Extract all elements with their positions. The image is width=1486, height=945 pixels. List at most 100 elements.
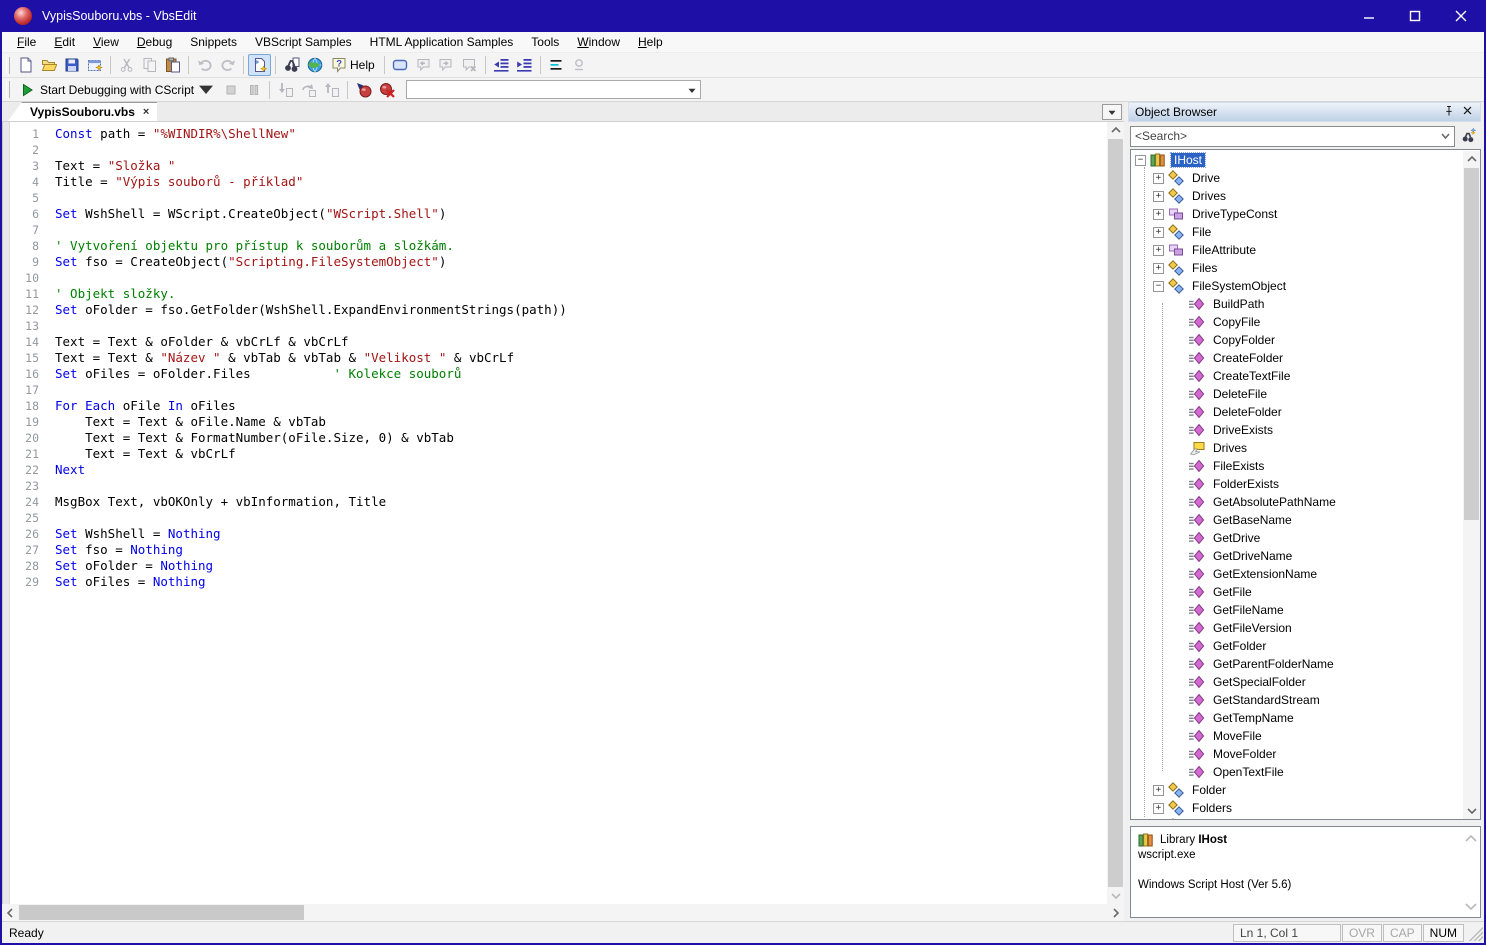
tree-item-drives[interactable]: + Drives <box>1131 187 1462 205</box>
expand-expander[interactable]: + <box>1153 209 1164 220</box>
scrollbar-thumb[interactable] <box>1108 139 1123 887</box>
tree-item-label[interactable]: Drives <box>1210 441 1250 455</box>
tree-item-drive[interactable]: +Drive <box>1131 169 1462 187</box>
close-button[interactable] <box>1438 0 1484 32</box>
menu-html-application-samples[interactable]: HTML Application Samples <box>361 33 523 51</box>
tree-item-iarguments[interactable]: +IArguments <box>1131 817 1462 819</box>
search-button[interactable] <box>1457 125 1481 147</box>
tree-item-getspecialfolder[interactable]: GetSpecialFolder <box>1131 673 1462 691</box>
tree-item-label[interactable]: Drives <box>1189 189 1229 203</box>
tree-item-label[interactable]: File <box>1189 225 1214 239</box>
pin-panel-button[interactable] <box>1440 104 1458 120</box>
collapse-expander[interactable]: − <box>1135 155 1146 166</box>
tree-item-getabsolutepathname[interactable]: GetAbsolutePathName <box>1131 493 1462 511</box>
menu-file[interactable]: File <box>8 33 45 51</box>
tree-item-label[interactable]: GetStandardStream <box>1210 693 1323 707</box>
comment-button[interactable] <box>389 54 412 76</box>
debug-combobox[interactable] <box>406 80 701 99</box>
editor-horizontal-scrollbar[interactable] <box>2 904 1124 921</box>
tree-item-createfolder[interactable]: CreateFolder <box>1131 349 1462 367</box>
tree-item-label[interactable]: FileSystemObject <box>1189 279 1289 293</box>
tree-item-movefile[interactable]: MoveFile <box>1131 727 1462 745</box>
tree-vertical-scrollbar[interactable] <box>1463 151 1480 819</box>
clear-breakpoints-button[interactable] <box>375 79 398 101</box>
tree-item-label[interactable]: CopyFile <box>1210 315 1263 329</box>
scrollbar-thumb[interactable] <box>1464 168 1479 520</box>
tree-item-deletefile[interactable]: DeleteFile <box>1131 385 1462 403</box>
tab-vypissouboru[interactable]: VypisSouboru.vbs × <box>8 102 157 121</box>
tree-item-folder[interactable]: +Folder <box>1131 781 1462 799</box>
tree-item-label[interactable]: GetFileVersion <box>1210 621 1295 635</box>
minimize-button[interactable] <box>1346 0 1392 32</box>
tab-close-icon[interactable]: × <box>143 106 149 118</box>
tree-item-gettempname[interactable]: GetTempName <box>1131 709 1462 727</box>
tree-item-createtextfile[interactable]: CreateTextFile <box>1131 367 1462 385</box>
scrollbar-thumb[interactable] <box>19 905 304 920</box>
code-editor[interactable]: Const path = "%WINDIR%\ShellNew"Text = "… <box>46 122 1107 904</box>
tree-item-opentextfile[interactable]: OpenTextFile <box>1131 763 1462 781</box>
tab-list-dropdown[interactable] <box>1102 104 1122 120</box>
tree-item-getfile[interactable]: GetFile <box>1131 583 1462 601</box>
expand-expander[interactable]: + <box>1153 191 1164 202</box>
scroll-down-arrow[interactable] <box>1463 803 1480 819</box>
expand-expander[interactable]: + <box>1153 227 1164 238</box>
tree-item-files[interactable]: +Files <box>1131 259 1462 277</box>
redo-button[interactable] <box>216 54 239 76</box>
tree-item-label[interactable]: GetFolder <box>1210 639 1269 653</box>
expand-expander[interactable]: + <box>1153 785 1164 796</box>
cut-button[interactable] <box>115 54 138 76</box>
tree-item-label[interactable]: GetParentFolderName <box>1210 657 1337 671</box>
menu-tools[interactable]: Tools <box>522 33 568 51</box>
pause-button[interactable] <box>242 79 265 101</box>
scroll-up-arrow[interactable] <box>1463 151 1480 167</box>
next-bookmark-button[interactable] <box>435 54 458 76</box>
tree-item-label[interactable]: Folders <box>1189 801 1235 815</box>
tree-item-label[interactable]: FileExists <box>1210 459 1267 473</box>
copy-button[interactable] <box>138 54 161 76</box>
tree-item-label[interactable]: CreateTextFile <box>1210 369 1293 383</box>
find-in-files-button[interactable] <box>280 54 303 76</box>
expand-expander[interactable]: + <box>1153 263 1164 274</box>
tree-item-getfileversion[interactable]: GetFileVersion <box>1131 619 1462 637</box>
prev-bookmark-button[interactable] <box>412 54 435 76</box>
tree-item-getfilename[interactable]: GetFileName <box>1131 601 1462 619</box>
menu-help[interactable]: Help <box>629 33 672 51</box>
info-scroll-down[interactable] <box>1464 899 1478 913</box>
snippets-button[interactable] <box>248 54 271 76</box>
tree-item-getbasename[interactable]: GetBaseName <box>1131 511 1462 529</box>
tree-item-label[interactable]: GetSpecialFolder <box>1210 675 1309 689</box>
format-lines-button[interactable] <box>545 54 568 76</box>
tree-item-label[interactable]: CopyFolder <box>1210 333 1278 347</box>
tree-item-label[interactable]: MoveFile <box>1210 729 1265 743</box>
scroll-down-arrow[interactable] <box>1107 888 1124 904</box>
tree-item-label[interactable]: MoveFolder <box>1210 747 1279 761</box>
step-over-button[interactable] <box>297 79 320 101</box>
scroll-left-arrow[interactable] <box>2 904 18 921</box>
tree-item-label[interactable]: FileAttribute <box>1189 243 1259 257</box>
tree-item-drivetypeconst[interactable]: +DriveTypeConst <box>1131 205 1462 223</box>
tree-item-label[interactable]: GetBaseName <box>1210 513 1295 527</box>
stop-button[interactable] <box>219 79 242 101</box>
tree-item-filesystemobject[interactable]: − FileSystemObject <box>1131 277 1462 295</box>
tree-item-deletefolder[interactable]: DeleteFolder <box>1131 403 1462 421</box>
tree-item-label[interactable]: DriveExists <box>1210 423 1276 437</box>
start-debugging-button[interactable]: Start Debugging with CScript <box>14 79 219 101</box>
tree-item-label[interactable]: DeleteFolder <box>1210 405 1285 419</box>
menu-debug[interactable]: Debug <box>128 33 181 51</box>
object-search-input[interactable]: <Search> <box>1130 126 1455 147</box>
menu-snippets[interactable]: Snippets <box>181 33 246 51</box>
resize-grip[interactable] <box>1467 925 1483 941</box>
info-scroll-up[interactable] <box>1464 831 1478 845</box>
tree-item-label[interactable]: BuildPath <box>1210 297 1267 311</box>
tree-item-buildpath[interactable]: BuildPath <box>1131 295 1462 313</box>
new-file-button[interactable] <box>14 54 37 76</box>
collapse-expander[interactable]: − <box>1153 281 1164 292</box>
tree-item-getdrivename[interactable]: GetDriveName <box>1131 547 1462 565</box>
tree-item-label[interactable]: FolderExists <box>1210 477 1282 491</box>
maximize-button[interactable] <box>1392 0 1438 32</box>
scroll-up-arrow[interactable] <box>1107 122 1124 138</box>
menu-view[interactable]: View <box>84 33 128 51</box>
build-exe-button[interactable] <box>83 54 106 76</box>
tree-item-folderexists[interactable]: FolderExists <box>1131 475 1462 493</box>
browser-button[interactable] <box>303 54 326 76</box>
